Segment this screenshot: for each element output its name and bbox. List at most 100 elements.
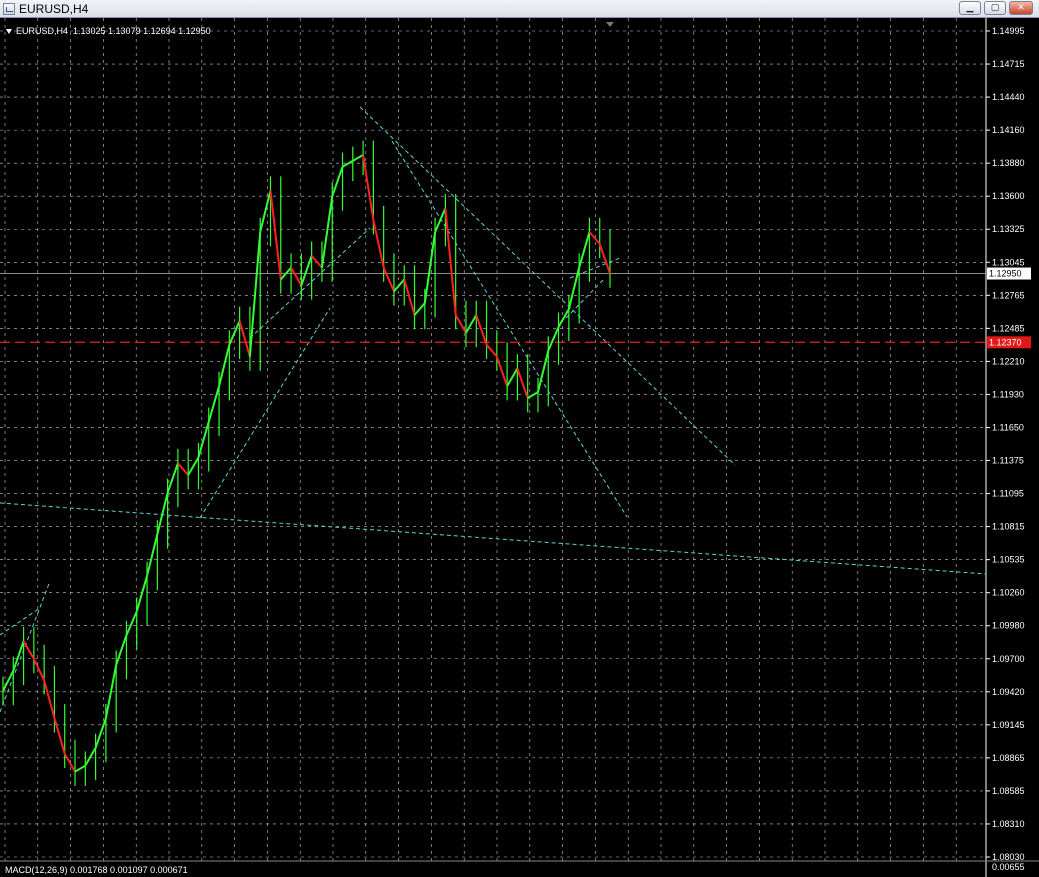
price-axis-label: 1.14440 <box>992 92 1025 102</box>
price-segment <box>588 231 601 245</box>
macd-axis-label: 0.00655 <box>992 862 1025 872</box>
price-segment <box>177 462 189 476</box>
price-axis-label: 1.12210 <box>992 356 1025 366</box>
price-segment <box>444 208 457 316</box>
price-segment <box>269 190 282 280</box>
price-axis-label: 1.09145 <box>992 720 1025 730</box>
price-segment <box>248 231 262 357</box>
price-axis-label: 1.08865 <box>992 753 1025 763</box>
price-segment <box>197 421 210 458</box>
current-price-label: 1.12950 <box>989 269 1022 279</box>
price-segment <box>115 634 128 666</box>
trendline <box>0 502 987 575</box>
price-axis-label: 1.08585 <box>992 786 1025 796</box>
price-segment <box>32 658 46 681</box>
price-segment <box>598 243 611 274</box>
price-axis-label: 1.14715 <box>992 59 1025 69</box>
price-axis-label: 1.13880 <box>992 158 1025 168</box>
price-segment <box>403 279 416 316</box>
price-axis-label: 1.09980 <box>992 621 1025 631</box>
price-segment <box>259 190 272 233</box>
price-segment <box>527 391 539 399</box>
price-segment <box>300 255 313 286</box>
price-segment <box>218 344 231 387</box>
price-segment <box>537 350 550 393</box>
price-segment <box>156 492 169 535</box>
trendline <box>249 227 371 339</box>
price-axis-label: 1.11095 <box>992 489 1024 499</box>
price-axis-label: 1.11930 <box>992 389 1024 399</box>
price-segment <box>372 219 385 268</box>
price-segment <box>135 575 148 612</box>
price-segment <box>125 611 138 636</box>
maximize-button[interactable]: ▢ <box>984 1 1006 15</box>
price-segment <box>74 764 86 773</box>
price-segment <box>53 717 66 755</box>
level-price-label: 1.12370 <box>989 337 1022 347</box>
price-segment <box>516 368 529 399</box>
price-segment <box>320 196 334 268</box>
price-segment <box>382 267 395 292</box>
price-axis-label: 1.08310 <box>992 819 1025 829</box>
symbol-info-text: EURUSD,H4 1.13025 1.13079 1.12694 1.1295… <box>16 26 211 36</box>
price-segment <box>94 717 107 749</box>
price-axis-label: 1.10260 <box>992 588 1025 598</box>
dropdown-triangle-icon[interactable] <box>6 29 12 35</box>
price-axis-label: 1.13325 <box>992 224 1025 234</box>
price-segment <box>331 166 344 197</box>
price-axis-label: 1.09700 <box>992 654 1025 664</box>
chart-shift-marker <box>606 22 614 27</box>
window-controls: ▁ ▢ ✕ <box>959 1 1033 15</box>
price-axis-label: 1.13045 <box>992 257 1025 267</box>
price-segment <box>578 231 591 268</box>
price-segment <box>207 385 221 423</box>
price-segment <box>290 267 303 286</box>
price-segment <box>352 154 364 162</box>
price-segment <box>12 640 25 672</box>
price-segment <box>187 456 200 476</box>
price-segment <box>342 159 354 168</box>
symbol-info: EURUSD,H4 1.13025 1.13079 1.12694 1.1295… <box>6 26 211 36</box>
macd-indicator-label: MACD(12,26,9) 0.001768 0.001097 0.000671 <box>5 865 188 875</box>
price-segment <box>465 314 478 334</box>
price-axis-label: 1.10815 <box>992 522 1025 532</box>
trendline <box>359 106 736 466</box>
price-segment <box>146 534 159 577</box>
close-button[interactable]: ✕ <box>1009 1 1033 15</box>
price-axis-label: 1.10535 <box>992 555 1025 565</box>
price-segment <box>413 302 426 316</box>
chart-window-icon <box>3 2 15 15</box>
price-segment <box>393 278 405 292</box>
price-segment <box>434 207 447 233</box>
price-chart[interactable]: 1.14995 1.14715 1.14440 1.14160 1.13880 1.136… <box>0 18 1039 877</box>
price-segment <box>2 670 15 692</box>
price-axis-label: 1.09420 <box>992 687 1025 697</box>
price-segment <box>310 255 323 269</box>
price-segment <box>475 314 488 346</box>
price-segment <box>362 154 375 221</box>
price-segment <box>63 753 76 773</box>
price-axis-label: 1.14160 <box>992 125 1025 135</box>
window-titlebar[interactable]: EURUSD,H4 ▁ ▢ ✕ <box>0 0 1039 18</box>
trendline <box>0 580 51 713</box>
price-segment <box>506 367 519 387</box>
price-segment <box>423 231 437 304</box>
price-segment <box>238 320 251 357</box>
price-axis-label: 1.11650 <box>992 422 1024 432</box>
price-axis-label: 1.12485 <box>992 323 1025 333</box>
price-axis-label: 1.11375 <box>992 456 1024 466</box>
price-segment <box>43 680 56 719</box>
price-segment <box>22 640 35 660</box>
price-segment <box>454 314 467 334</box>
chart-area[interactable]: 1.14995 1.14715 1.14440 1.14160 1.13880 1.136… <box>0 18 1039 877</box>
minimize-button[interactable]: ▁ <box>959 1 981 15</box>
price-segment <box>84 747 97 767</box>
price-axis-label: 1.14995 <box>992 26 1025 36</box>
price-axis-label: 1.12765 <box>992 290 1025 300</box>
price-axis-label: 1.13600 <box>992 191 1025 201</box>
window-title: EURUSD,H4 <box>19 1 89 16</box>
price-segment <box>557 308 570 328</box>
price-segment <box>485 344 498 358</box>
price-segment <box>547 326 560 352</box>
price-segment <box>495 356 509 387</box>
